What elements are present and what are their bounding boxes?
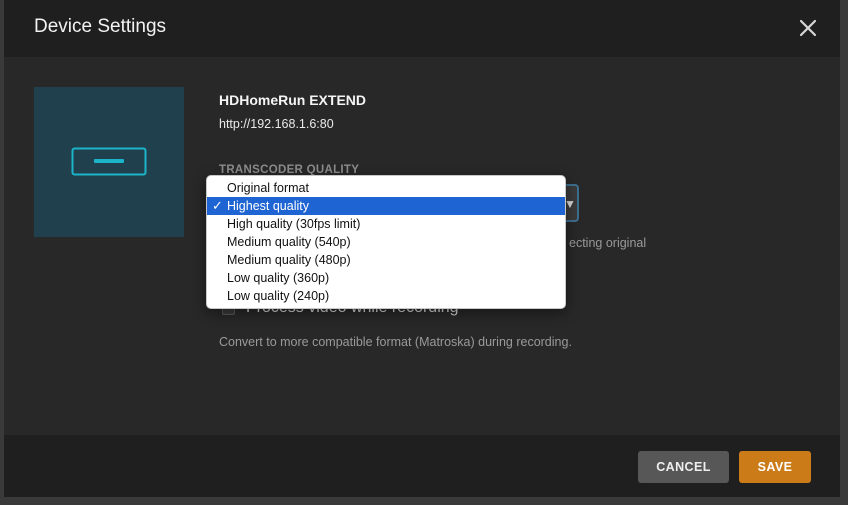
dropdown-option[interactable]: ✓Low quality (360p) (207, 269, 565, 287)
tuner-device-icon (71, 147, 147, 176)
option-label: Highest quality (227, 199, 309, 213)
dropdown-option[interactable]: ✓High quality (30fps limit) (207, 215, 565, 233)
option-label: High quality (30fps limit) (227, 217, 361, 231)
option-label: Medium quality (480p) (227, 253, 351, 267)
dialog-title: Device Settings (34, 16, 167, 37)
dropdown-option[interactable]: ✓Medium quality (540p) (207, 233, 565, 251)
option-label: Original format (227, 181, 309, 195)
dropdown-option[interactable]: ✓Low quality (240p) (207, 287, 565, 305)
dropdown-option[interactable]: ✓Original format (207, 179, 565, 197)
option-label: Medium quality (540p) (227, 235, 351, 249)
quality-dropdown-menu: ✓Original format ✓ Highest quality ✓High … (206, 175, 566, 309)
device-url: http://192.168.1.6:80 (219, 117, 334, 131)
cancel-button[interactable]: CANCEL (638, 451, 729, 483)
process-video-help-text: Convert to more compatible format (Matro… (219, 335, 572, 349)
dropdown-option[interactable]: ✓Medium quality (480p) (207, 251, 565, 269)
close-icon[interactable] (796, 16, 820, 40)
transcoder-help-text: ecting original (569, 236, 647, 250)
device-name: HDHomeRun EXTEND (219, 92, 367, 108)
option-label: Low quality (240p) (227, 289, 330, 303)
device-thumbnail (34, 87, 184, 237)
save-button[interactable]: SAVE (739, 451, 811, 483)
dialog-header: Device Settings (4, 0, 840, 57)
option-label: Low quality (360p) (227, 271, 330, 285)
dropdown-option-selected[interactable]: ✓ Highest quality (207, 197, 565, 215)
checkmark-icon: ✓ (212, 198, 223, 213)
